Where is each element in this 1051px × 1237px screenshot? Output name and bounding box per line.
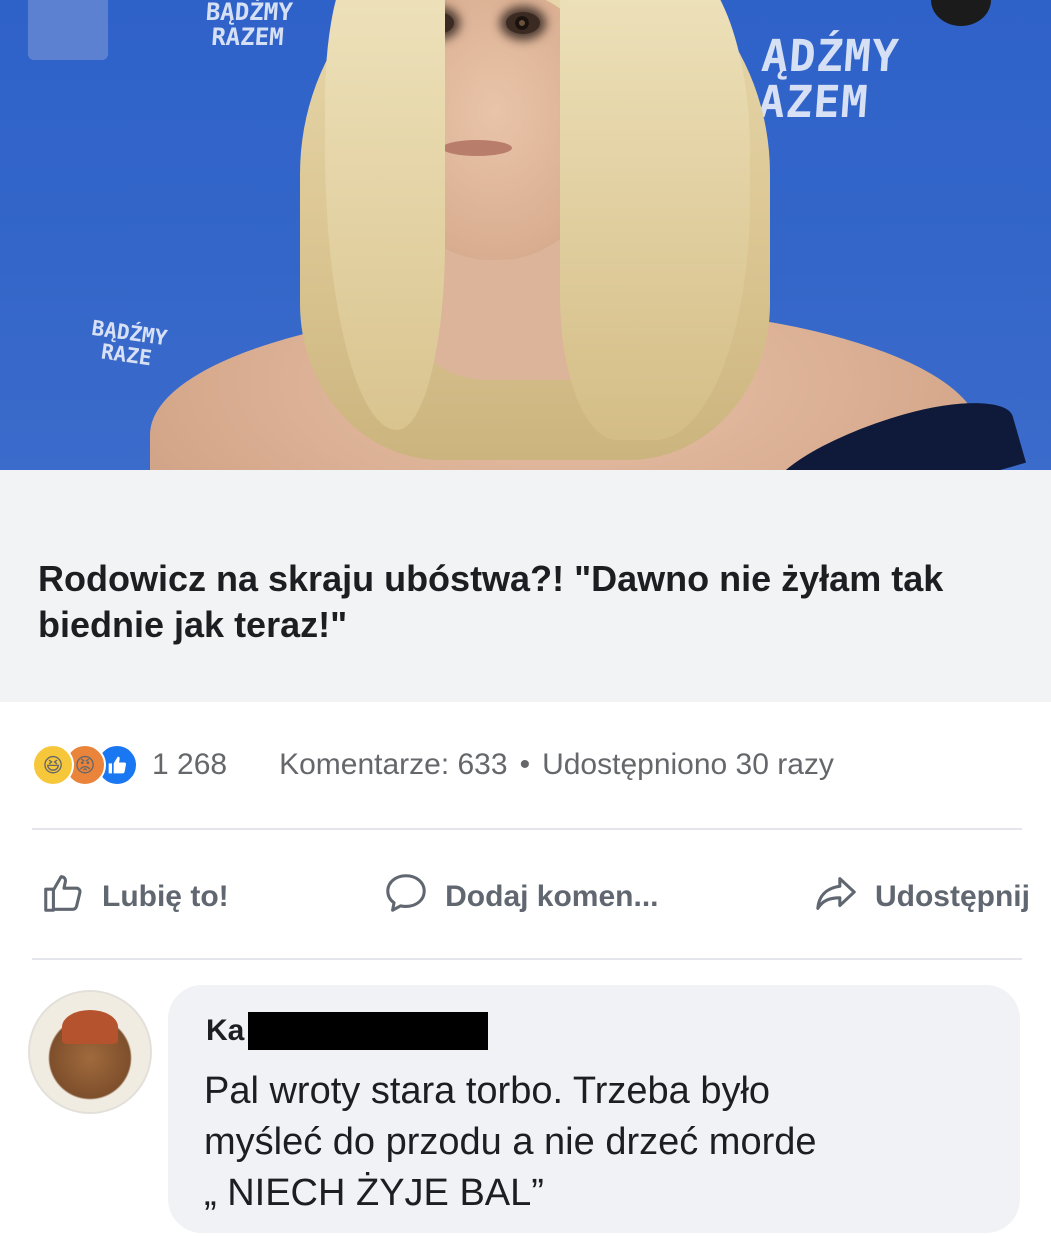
share-button[interactable]: Udostępnij: [813, 870, 1030, 924]
divider: [32, 958, 1022, 960]
wall-text: BĄDŹMY RAZEM: [204, 0, 294, 52]
share-arrow-icon: [813, 870, 859, 924]
thumbs-up-icon: [40, 870, 86, 924]
share-label: Udostępnij: [874, 880, 1030, 913]
post-stats: 😆 😡 1 268 Komentarze: 633 • Udostępniono…: [32, 740, 1032, 790]
comment-button[interactable]: Dodaj komen...: [383, 870, 659, 924]
comments-count[interactable]: Komentarze: 633: [279, 748, 507, 782]
comment-author[interactable]: Ka: [206, 1012, 489, 1050]
like-label: Lubię to!: [102, 880, 229, 913]
options-button[interactable]: [931, 0, 991, 26]
avatar[interactable]: [28, 990, 152, 1114]
comment-label: Dodaj komen...: [445, 880, 659, 913]
post-photo[interactable]: BĄDŹMY RAZEM ĄDŹMY AZEM BĄDŹMY RAZE: [0, 0, 1051, 470]
shares-count[interactable]: Udostępniono 30 razy: [542, 748, 834, 782]
post-headline[interactable]: Rodowicz na skraju ubóstwa?! "Dawno nie …: [38, 556, 998, 648]
mouth: [442, 140, 512, 156]
reaction-icons[interactable]: 😆 😡: [32, 744, 138, 786]
redaction-bar: [248, 1012, 489, 1050]
speech-bubble-icon: [383, 870, 429, 924]
comment-text: Pal wroty stara torbo. Trzeba było myśle…: [204, 1070, 817, 1214]
separator-dot: •: [519, 748, 531, 781]
action-bar: Lubię to! Dodaj komen... Udostępnij: [40, 862, 1030, 932]
haha-reaction-icon: 😆: [32, 744, 74, 786]
reaction-count[interactable]: 1 268: [152, 748, 227, 782]
like-button[interactable]: Lubię to!: [40, 870, 229, 924]
divider: [32, 828, 1022, 830]
wall-logo: [28, 0, 108, 60]
author-name: Ka: [206, 1014, 245, 1047]
wall-text: ĄDŹMY AZEM: [756, 31, 901, 129]
eye: [506, 12, 540, 34]
wall-text: BĄDŹMY RAZE: [90, 315, 169, 371]
